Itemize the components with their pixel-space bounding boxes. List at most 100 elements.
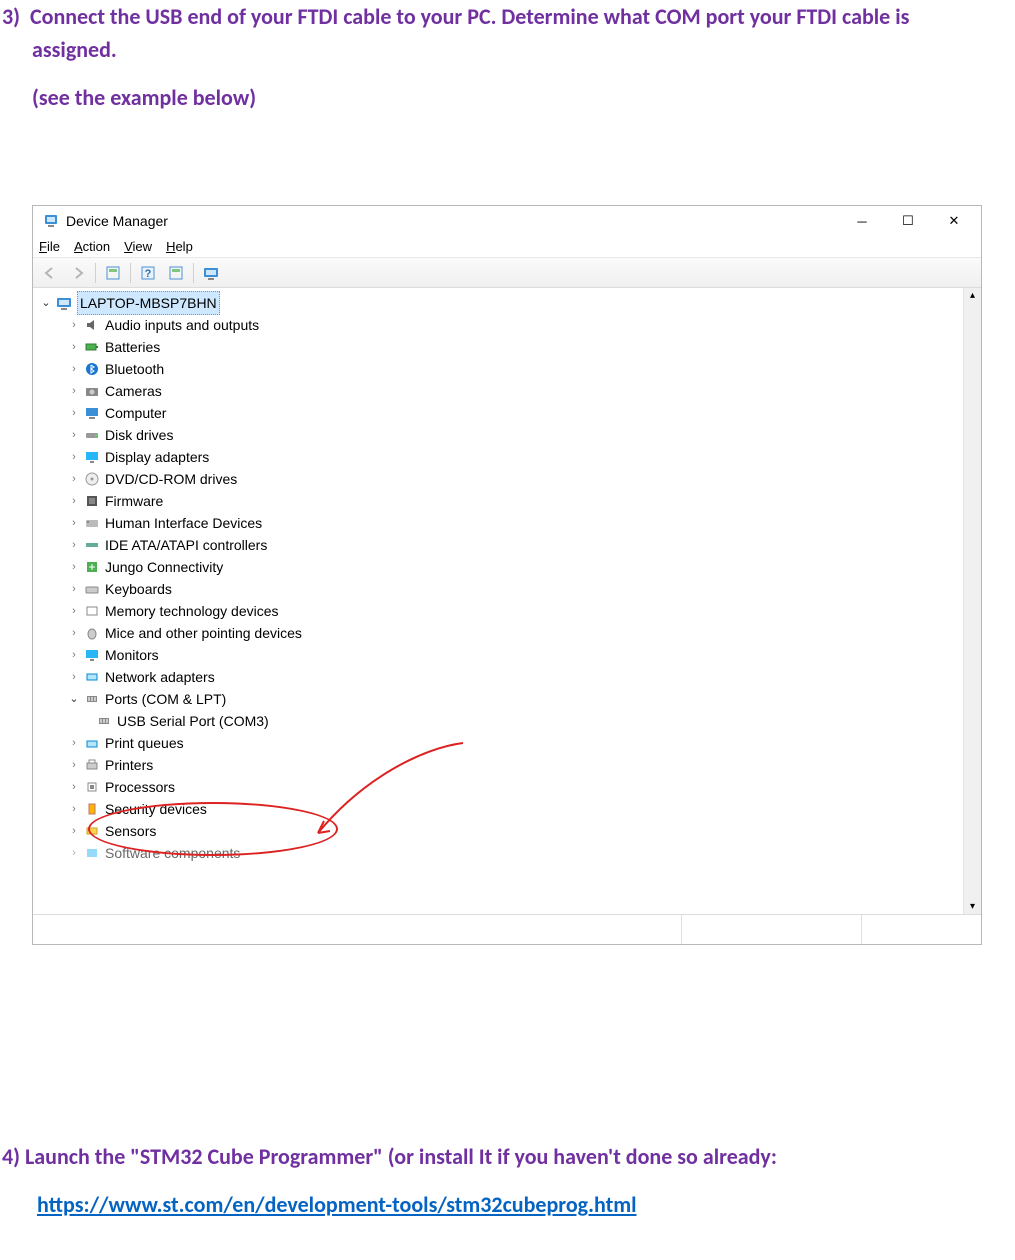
jungo-icon <box>83 559 101 575</box>
chevron-right-icon[interactable]: › <box>67 516 81 530</box>
chevron-right-icon[interactable]: › <box>67 362 81 376</box>
pc-icon <box>83 405 101 421</box>
chevron-right-icon[interactable]: › <box>67 318 81 332</box>
scan-icon[interactable] <box>163 260 189 286</box>
hid-icon <box>83 515 101 531</box>
properties-icon[interactable] <box>100 260 126 286</box>
menu-file[interactable]: File <box>39 239 60 254</box>
tree-node-memory[interactable]: ›Memory technology devices <box>39 600 963 622</box>
tree-node-ide[interactable]: ›IDE ATA/ATAPI controllers <box>39 534 963 556</box>
chevron-down-icon[interactable]: ⌄ <box>39 296 53 310</box>
device-tree[interactable]: ⌄ LAPTOP-MBSP7BHN ›Audio inputs and outp… <box>33 288 963 914</box>
step-3-text: Connect the USB end of your FTDI cable t… <box>30 3 909 63</box>
chevron-right-icon[interactable]: › <box>67 406 81 420</box>
chevron-down-icon[interactable]: ⌄ <box>67 692 81 706</box>
step-4-number: 4) <box>2 1143 20 1170</box>
device-manager-window: Device Manager ─ ☐ ✕ File Action View He… <box>32 205 982 945</box>
chevron-right-icon[interactable]: › <box>67 758 81 772</box>
printq-icon <box>83 735 101 751</box>
tree-node-batteries[interactable]: ›Batteries <box>39 336 963 358</box>
tree-node-sensors[interactable]: ›Sensors <box>39 820 963 842</box>
tree-node-bluetooth[interactable]: ›Bluetooth <box>39 358 963 380</box>
device-manager-icon <box>43 212 59 231</box>
tree-node-printq[interactable]: ›Print queues <box>39 732 963 754</box>
menu-help[interactable]: Help <box>166 239 193 254</box>
tree-node-cameras[interactable]: ›Cameras <box>39 380 963 402</box>
tree-node-monitors[interactable]: ›Monitors <box>39 644 963 666</box>
menu-action[interactable]: Action <box>74 239 110 254</box>
chevron-right-icon[interactable]: › <box>67 494 81 508</box>
tree-node-usb-serial[interactable]: USB Serial Port (COM3) <box>39 710 963 732</box>
tree-node-jungo[interactable]: ›Jungo Connectivity <box>39 556 963 578</box>
tree-node-software[interactable]: ›Software components <box>39 842 963 864</box>
back-button[interactable] <box>37 260 63 286</box>
chevron-right-icon[interactable]: › <box>67 340 81 354</box>
svg-text:?: ? <box>145 268 152 280</box>
step-4-heading: 4) Launch the "STM32 Cube Programmer" (o… <box>2 1140 983 1173</box>
chevron-right-icon[interactable]: › <box>67 670 81 684</box>
mouse-icon <box>83 625 101 641</box>
monitor-icon[interactable] <box>198 260 224 286</box>
tree-node-security[interactable]: ›Security devices <box>39 798 963 820</box>
menubar: File Action View Help <box>33 236 981 258</box>
scrollbar[interactable]: ▴ ▾ <box>963 288 981 914</box>
chevron-right-icon[interactable]: › <box>67 450 81 464</box>
tree-root[interactable]: ⌄ LAPTOP-MBSP7BHN <box>39 292 963 314</box>
stm32-link[interactable]: https://www.st.com/en/development-tools/… <box>37 1191 637 1218</box>
chevron-right-icon[interactable]: › <box>67 582 81 596</box>
sensor-icon <box>83 823 101 839</box>
minimize-button[interactable]: ─ <box>839 207 885 235</box>
memory-icon <box>83 603 101 619</box>
tree-node-printers[interactable]: ›Printers <box>39 754 963 776</box>
toolbar: ? <box>33 258 981 288</box>
chevron-right-icon[interactable]: › <box>67 428 81 442</box>
close-button[interactable]: ✕ <box>931 207 977 235</box>
help-icon[interactable]: ? <box>135 260 161 286</box>
ports-icon <box>83 691 101 707</box>
chevron-right-icon[interactable]: › <box>67 648 81 662</box>
scroll-down-icon[interactable]: ▾ <box>970 901 975 912</box>
chevron-right-icon[interactable]: › <box>67 626 81 640</box>
chevron-right-icon[interactable]: › <box>67 384 81 398</box>
scroll-up-icon[interactable]: ▴ <box>970 290 975 301</box>
forward-button[interactable] <box>65 260 91 286</box>
tree-node-mice[interactable]: ›Mice and other pointing devices <box>39 622 963 644</box>
tree-node-audio[interactable]: ›Audio inputs and outputs <box>39 314 963 336</box>
ide-icon <box>83 537 101 553</box>
chevron-right-icon[interactable]: › <box>67 802 81 816</box>
chevron-right-icon[interactable]: › <box>67 472 81 486</box>
bluetooth-icon <box>83 361 101 377</box>
disk-icon <box>83 427 101 443</box>
step-3-subtext: (see the example below) <box>32 84 983 111</box>
tree-node-hid[interactable]: ›Human Interface Devices <box>39 512 963 534</box>
root-label: LAPTOP-MBSP7BHN <box>77 291 220 315</box>
tree-node-ports[interactable]: ⌄Ports (COM & LPT) <box>39 688 963 710</box>
keyboard-icon <box>83 581 101 597</box>
maximize-button[interactable]: ☐ <box>885 207 931 235</box>
tree-node-dvd[interactable]: ›DVD/CD-ROM drives <box>39 468 963 490</box>
security-icon <box>83 801 101 817</box>
step-4-text: Launch the "STM32 Cube Programmer" (or i… <box>25 1143 777 1170</box>
tree-node-processors[interactable]: ›Processors <box>39 776 963 798</box>
audio-icon <box>83 317 101 333</box>
tree-node-disk[interactable]: ›Disk drives <box>39 424 963 446</box>
chevron-right-icon[interactable]: › <box>67 560 81 574</box>
tree-node-network[interactable]: ›Network adapters <box>39 666 963 688</box>
menu-view[interactable]: View <box>124 239 152 254</box>
chevron-right-icon[interactable]: › <box>67 780 81 794</box>
chevron-right-icon[interactable]: › <box>67 538 81 552</box>
tree-node-firmware[interactable]: ›Firmware <box>39 490 963 512</box>
tree-node-computer[interactable]: ›Computer <box>39 402 963 424</box>
chevron-right-icon[interactable]: › <box>67 736 81 750</box>
window-title: Device Manager <box>66 213 839 229</box>
network-icon <box>83 669 101 685</box>
tree-node-display[interactable]: ›Display adapters <box>39 446 963 468</box>
tree-node-keyboards[interactable]: ›Keyboards <box>39 578 963 600</box>
display-icon <box>83 449 101 465</box>
monitor-icon <box>83 647 101 663</box>
chevron-right-icon[interactable]: › <box>67 604 81 618</box>
software-icon <box>83 845 101 861</box>
chevron-right-icon[interactable]: › <box>67 824 81 838</box>
cpu-icon <box>83 779 101 795</box>
chevron-right-icon[interactable]: › <box>67 846 81 860</box>
